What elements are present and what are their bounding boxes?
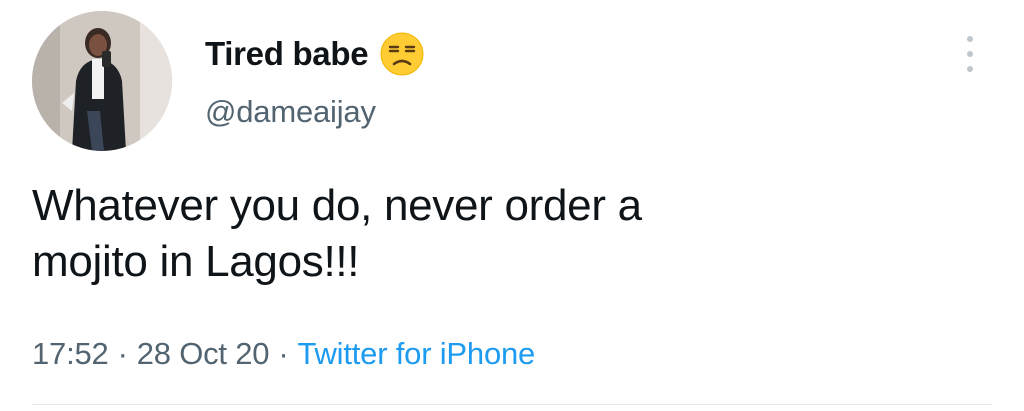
meta-separator: ·: [117, 336, 128, 371]
name-row: Tired babe: [205, 30, 424, 78]
more-dot: [967, 51, 973, 57]
more-dot: [967, 66, 973, 72]
more-vertical-icon[interactable]: [956, 36, 984, 72]
more-dot: [967, 36, 973, 42]
tweet-source-link[interactable]: Twitter for iPhone: [297, 332, 535, 376]
tweet-meta: 17:52 · 28 Oct 20 · Twitter for iPhone: [32, 332, 535, 376]
divider: [32, 404, 992, 405]
tweet-text: Whatever you do, never order a mojito in…: [32, 181, 642, 286]
avatar-photo: [32, 11, 172, 151]
tweet-time[interactable]: 17:52: [32, 332, 109, 376]
unamused-face-emoji-icon: [380, 32, 424, 76]
display-name[interactable]: Tired babe: [205, 30, 369, 78]
tweet-date[interactable]: 28 Oct 20: [137, 332, 270, 376]
meta-separator: ·: [278, 336, 289, 371]
avatar[interactable]: [32, 11, 172, 151]
user-handle[interactable]: @dameaijay: [205, 90, 376, 134]
tweet-card: Tired babe @dameaijay Whatever you do, n…: [0, 0, 1024, 411]
